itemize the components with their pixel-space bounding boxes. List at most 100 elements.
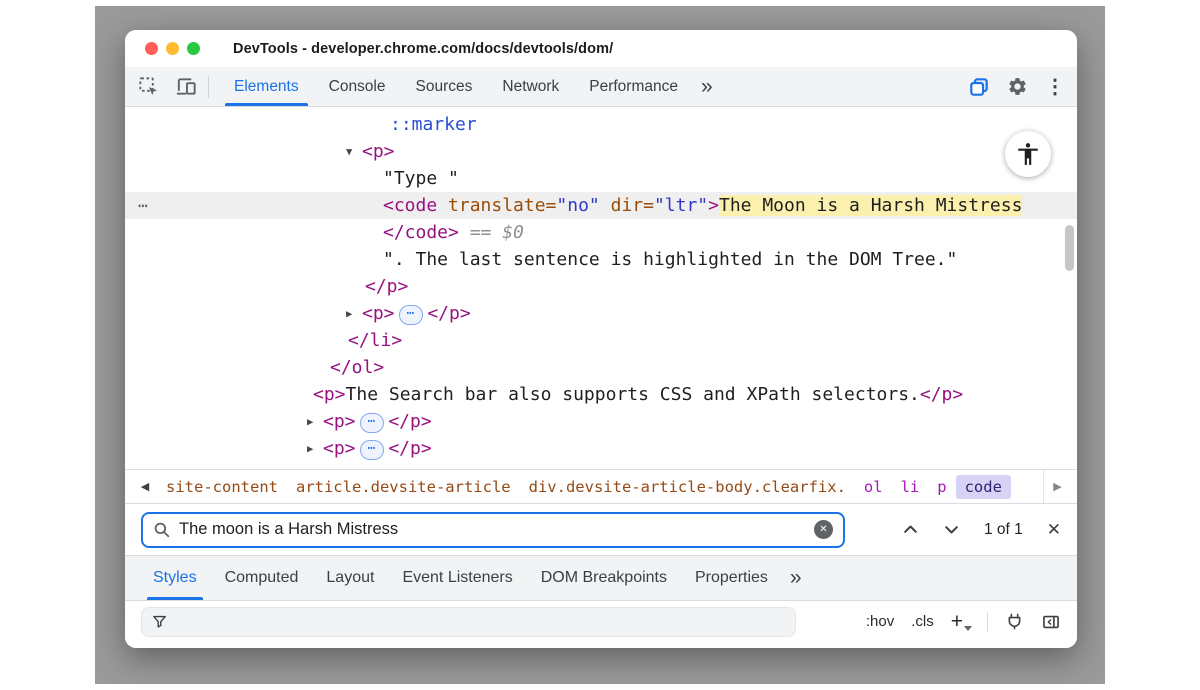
expand-arrow-icon[interactable]: ▶ (307, 409, 323, 436)
tab-performance[interactable]: Performance (574, 67, 693, 106)
node-actions-dots-icon[interactable]: ⋯ (138, 192, 149, 219)
dom-tag: <p> (313, 384, 346, 405)
collapsed-content-pill[interactable]: ⋯ (360, 413, 385, 433)
dom-node-ol-close[interactable]: </ol> (125, 354, 1077, 381)
more-tabs-icon[interactable]: » (693, 67, 721, 106)
dom-tree-panel: ::marker ▼<p> "Type " ⋯<code translate="… (125, 107, 1077, 469)
dom-breadcrumbs: ◀ site-content article.devsite-article d… (125, 469, 1077, 504)
filter-funnel-icon (151, 613, 168, 630)
breadcrumb-item[interactable]: ol (855, 475, 892, 499)
dom-tag: </p> (427, 303, 470, 324)
tab-properties[interactable]: Properties (681, 556, 782, 600)
breadcrumb-forward-icon[interactable]: ▶ (1043, 470, 1071, 503)
tab-event-listeners[interactable]: Event Listeners (388, 556, 526, 600)
zoom-window-button[interactable] (187, 42, 200, 55)
collapsed-content-pill[interactable]: ⋯ (399, 305, 424, 325)
screenshot-stage: DevTools - developer.chrome.com/docs/dev… (0, 0, 1200, 690)
dom-node-li-close[interactable]: </li> (125, 327, 1077, 354)
dom-pseudo-element: ::marker (390, 114, 477, 135)
dom-tag: </p> (388, 411, 431, 432)
inspect-element-icon[interactable] (137, 75, 160, 98)
tab-elements[interactable]: Elements (219, 67, 314, 106)
plug-icon[interactable] (1005, 612, 1024, 631)
dollar-zero-annotation: == $0 (459, 222, 524, 243)
title-bar: DevTools - developer.chrome.com/docs/dev… (125, 30, 1077, 67)
dom-tag: <p> (323, 411, 356, 432)
toggle-sidebar-icon[interactable] (1041, 612, 1061, 632)
dom-tag: </p> (365, 276, 408, 297)
dom-tag: </li> (348, 330, 402, 351)
breadcrumb-item-selected[interactable]: code (956, 475, 1011, 499)
styles-filter-input[interactable] (141, 607, 796, 637)
toggle-classes-button[interactable]: .cls (911, 613, 934, 630)
next-result-icon[interactable] (943, 521, 960, 538)
dom-text-node[interactable]: "Type " (125, 165, 1077, 192)
expand-arrow-icon[interactable]: ▶ (346, 301, 362, 328)
search-result-count: 1 of 1 (984, 521, 1023, 539)
toolbar-divider (208, 76, 209, 98)
dom-node-code-close[interactable]: </code> == $0 (125, 219, 1077, 246)
devtools-window: DevTools - developer.chrome.com/docs/dev… (125, 30, 1077, 648)
tab-network[interactable]: Network (487, 67, 574, 106)
breadcrumb-item[interactable]: li (892, 475, 929, 499)
search-input-field[interactable] (179, 520, 806, 539)
more-sidebar-tabs-icon[interactable]: » (782, 556, 810, 600)
dom-node-p-close[interactable]: </p> (125, 273, 1077, 300)
search-icon (153, 521, 171, 539)
breadcrumb-item[interactable]: p (928, 475, 955, 499)
tab-sources[interactable]: Sources (401, 67, 488, 106)
tab-computed[interactable]: Computed (211, 556, 313, 600)
dom-attr-value: "no" (556, 195, 599, 216)
previous-result-icon[interactable] (902, 521, 919, 538)
vertical-scrollbar-thumb[interactable] (1065, 225, 1074, 271)
dom-node-marker[interactable]: ::marker (125, 111, 1077, 138)
actions-divider (987, 612, 988, 632)
dom-node-p-collapsed[interactable]: ▶<p>⋯</p> (125, 435, 1077, 462)
devtools-toolbar: Elements Console Sources Network Perform… (125, 67, 1077, 107)
expand-arrow-icon[interactable]: ▶ (307, 436, 323, 463)
dom-text: "Type " (383, 168, 459, 189)
dom-tag: <p> (362, 141, 395, 162)
search-highlighted-text: The Moon is a Harsh Mistress (719, 195, 1022, 216)
clear-search-icon[interactable]: ✕ (814, 520, 833, 539)
minimize-window-button[interactable] (166, 42, 179, 55)
new-style-rule-button[interactable]: + (951, 611, 970, 632)
dom-attr-name: translate= (437, 195, 556, 216)
close-window-button[interactable] (145, 42, 158, 55)
breadcrumb-item[interactable]: article.devsite-article (287, 475, 520, 499)
dom-node-p-collapsed[interactable]: ▶<p>⋯</p> (125, 408, 1077, 435)
dom-search-bar: ✕ 1 of 1 ✕ (125, 504, 1077, 556)
dom-node-p-collapsed[interactable]: ▶<p>⋯</p> (125, 300, 1077, 327)
dom-tag: <p> (362, 303, 395, 324)
dom-node-p-open[interactable]: ▼<p> (125, 138, 1077, 165)
dom-node-code-selected[interactable]: ⋯<code translate="no" dir="ltr">The Moon… (125, 192, 1077, 219)
tab-console[interactable]: Console (314, 67, 401, 106)
device-toolbar-icon[interactable] (175, 75, 198, 98)
tab-layout[interactable]: Layout (312, 556, 388, 600)
toggle-hover-state-button[interactable]: :hov (866, 613, 894, 630)
collapsed-content-pill[interactable]: ⋯ (360, 440, 385, 460)
dom-tag: </p> (388, 438, 431, 459)
tab-dom-breakpoints[interactable]: DOM Breakpoints (527, 556, 681, 600)
close-search-icon[interactable]: ✕ (1047, 520, 1061, 540)
window-title: DevTools - developer.chrome.com/docs/dev… (233, 41, 613, 57)
dom-node-p-search[interactable]: <p>The Search bar also supports CSS and … (125, 381, 1077, 408)
dom-tag: <p> (323, 438, 356, 459)
breadcrumb-item[interactable]: div.devsite-article-body.clearfix. (520, 475, 855, 499)
dom-attr-name: dir= (600, 195, 654, 216)
search-input-box[interactable]: ✕ (141, 512, 845, 548)
settings-gear-icon[interactable] (1007, 76, 1028, 97)
accessibility-overlay-button[interactable] (1005, 131, 1051, 177)
plus-glyph: + (951, 610, 963, 633)
dom-text-node[interactable]: ". The last sentence is highlighted in t… (125, 246, 1077, 273)
kebab-menu-icon[interactable]: ⋮ (1045, 77, 1065, 97)
breadcrumb-back-icon[interactable]: ◀ (133, 480, 157, 493)
styles-toolbar: :hov .cls + (125, 601, 1077, 648)
copy-icon[interactable] (968, 76, 990, 98)
dom-tag: <code (383, 195, 437, 216)
plus-caret-icon (964, 626, 972, 631)
dom-tag: </code> (383, 222, 459, 243)
tab-styles[interactable]: Styles (139, 556, 211, 600)
collapse-arrow-icon[interactable]: ▼ (346, 139, 362, 166)
breadcrumb-item[interactable]: site-content (157, 475, 287, 499)
